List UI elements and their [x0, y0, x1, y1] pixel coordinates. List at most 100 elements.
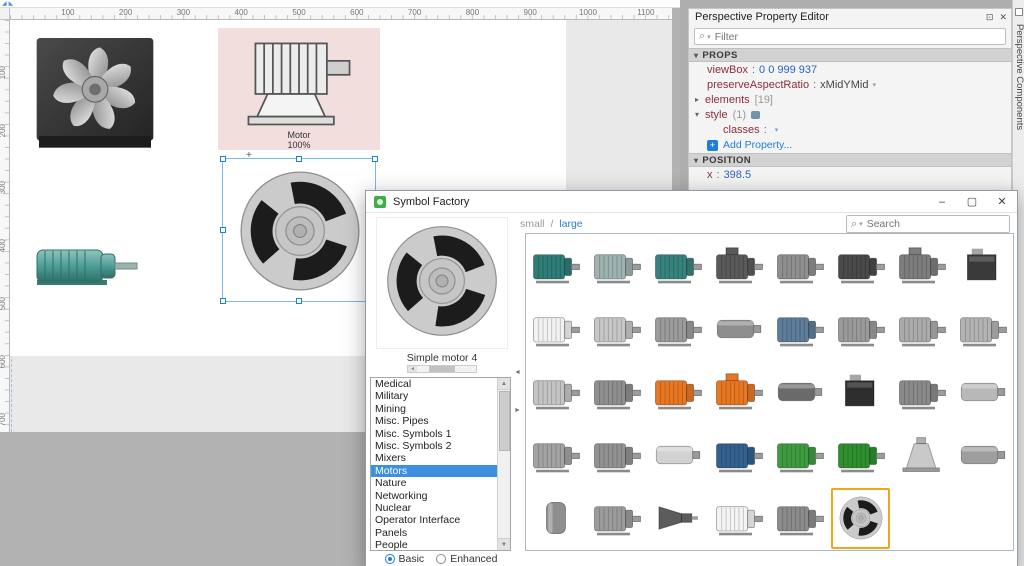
position-section-header[interactable]: ▾ POSITION [689, 153, 1011, 167]
symbol-cell[interactable] [648, 487, 709, 550]
symbol-cell[interactable] [587, 297, 648, 360]
category-item[interactable]: Operator Interface [371, 514, 510, 526]
symbol-cell[interactable] [952, 234, 1013, 297]
filter-input[interactable] [714, 30, 1001, 43]
category-item[interactable]: Military [371, 390, 510, 402]
expand-caret-icon[interactable]: ▸ [695, 95, 705, 104]
dropdown-caret-icon[interactable]: ▾ [872, 81, 876, 89]
symbol-cell[interactable] [709, 297, 770, 360]
grid-scroll-left-icon[interactable]: ◄ [514, 369, 521, 376]
category-item[interactable]: Mining [371, 403, 510, 415]
prop-row-preserveaspectratio[interactable]: preserveAspectRatio : xMidYMid ▾ [689, 77, 1011, 92]
symbol-cell[interactable] [709, 424, 770, 487]
category-item[interactable]: Medical [371, 378, 510, 390]
close-icon[interactable]: ✕ [987, 191, 1017, 213]
maximize-icon[interactable]: ▢ [957, 191, 987, 213]
symbol-cell[interactable] [952, 360, 1013, 423]
category-scrollbar[interactable]: ▲ ▼ [497, 378, 510, 550]
category-item[interactable]: Misc. Symbols 1 [371, 428, 510, 440]
symbol-cell[interactable] [526, 234, 587, 297]
symbol-cell[interactable] [709, 360, 770, 423]
fan-symbol[interactable] [36, 38, 154, 150]
category-item[interactable]: Motors [371, 464, 510, 478]
size-small-link[interactable]: small [520, 218, 545, 230]
prop-row-elements[interactable]: ▸ elements [19] [689, 92, 1011, 107]
symbol-search-field[interactable]: ⌕ ▾ [846, 215, 1010, 233]
category-item[interactable]: Nuclear [371, 502, 510, 514]
symbol-cell[interactable] [830, 360, 891, 423]
prop-row-style[interactable]: ▾ style (1) [689, 107, 1011, 122]
close-panel-icon[interactable]: ✕ [999, 12, 1007, 23]
symbol-search-input[interactable] [866, 218, 1005, 230]
scroll-up-icon[interactable]: ▲ [498, 378, 510, 390]
symbol-cell[interactable] [891, 360, 952, 423]
symbol-cell[interactable] [952, 424, 1013, 487]
symbol-cell[interactable] [770, 487, 831, 550]
resize-handle-nw[interactable] [220, 156, 226, 162]
radio-enhanced[interactable]: Enhanced [436, 553, 497, 565]
symbol-cell[interactable] [648, 360, 709, 423]
symbol-cell[interactable] [526, 424, 587, 487]
symbol-cell[interactable] [526, 297, 587, 360]
symbol-cell[interactable] [891, 424, 952, 487]
grid-scroll-right-icon[interactable]: ► [514, 407, 521, 414]
size-large-link[interactable]: large [559, 218, 582, 230]
symbol-cell[interactable] [648, 234, 709, 297]
resize-handle-w[interactable] [220, 227, 226, 233]
symbol-cell[interactable] [830, 424, 891, 487]
resize-handle-sw[interactable] [220, 298, 226, 304]
symbol-cell[interactable] [770, 424, 831, 487]
resize-handle-s[interactable] [296, 298, 302, 304]
symbol-cell[interactable] [587, 487, 648, 550]
symbol-cell[interactable] [709, 234, 770, 297]
category-item[interactable]: People [371, 539, 510, 550]
category-item[interactable]: Mixers [371, 452, 510, 464]
category-item[interactable]: Panels [371, 527, 510, 539]
category-item[interactable]: Misc. Pipes [371, 415, 510, 427]
resize-handle-n[interactable] [296, 156, 302, 162]
props-section-header[interactable]: ▾ PROPS [689, 48, 1011, 62]
prop-row-viewbox[interactable]: viewBox : 0 0 999 937 [689, 62, 1011, 77]
prop-row-x[interactable]: x : 398.5 [689, 167, 1011, 182]
symbol-cell[interactable] [770, 360, 831, 423]
style-badge-icon[interactable] [751, 110, 761, 119]
symbol-cell[interactable] [648, 297, 709, 360]
prop-row-classes[interactable]: classes : ▾ [689, 122, 1011, 137]
minimize-icon[interactable]: – [927, 191, 957, 213]
symbol-cell[interactable] [891, 297, 952, 360]
filter-field[interactable]: ⌕ ▾ [694, 28, 1006, 45]
category-item[interactable]: Networking [371, 490, 510, 502]
symbol-cell[interactable] [648, 424, 709, 487]
symbol-cell[interactable] [891, 234, 952, 297]
collapse-caret-icon[interactable]: ▾ [695, 110, 705, 119]
selected-symbol[interactable] [220, 156, 378, 304]
dialog-titlebar[interactable]: Symbol Factory – ▢ ✕ [366, 191, 1017, 213]
scroll-down-icon[interactable]: ▼ [498, 538, 510, 550]
radio-basic[interactable]: Basic [384, 553, 424, 565]
symbol-cell[interactable] [526, 487, 587, 550]
category-item[interactable]: Nature [371, 477, 510, 489]
scroll-thumb[interactable] [499, 391, 510, 451]
symbol-cell[interactable] [587, 360, 648, 423]
category-item[interactable]: Misc. Symbols 2 [371, 440, 510, 452]
search-caret-icon[interactable]: ▾ [859, 220, 863, 228]
symbol-cell[interactable] [709, 487, 770, 550]
float-panel-icon[interactable]: ⊡ [986, 12, 994, 23]
scroll-thumb[interactable] [429, 366, 455, 372]
symbol-cell[interactable] [770, 297, 831, 360]
preview-scrollbar[interactable]: ◄ [407, 365, 477, 373]
resize-handle-ne[interactable] [372, 156, 378, 162]
add-property-button[interactable]: + Add Property... [689, 137, 1011, 153]
symbol-cell[interactable] [830, 234, 891, 297]
teal-motor-symbol[interactable] [35, 244, 145, 294]
symbol-cell[interactable] [587, 424, 648, 487]
filter-caret-icon[interactable]: ▾ [707, 33, 711, 41]
symbol-cell[interactable] [830, 297, 891, 360]
symbol-cell[interactable] [952, 297, 1013, 360]
symbol-cell[interactable] [526, 360, 587, 423]
symbol-cell[interactable] [830, 487, 891, 550]
dropdown-caret-icon[interactable]: ▾ [775, 126, 779, 134]
scroll-left-icon[interactable]: ◄ [408, 366, 417, 372]
symbol-cell[interactable] [770, 234, 831, 297]
symbol-cell[interactable] [587, 234, 648, 297]
